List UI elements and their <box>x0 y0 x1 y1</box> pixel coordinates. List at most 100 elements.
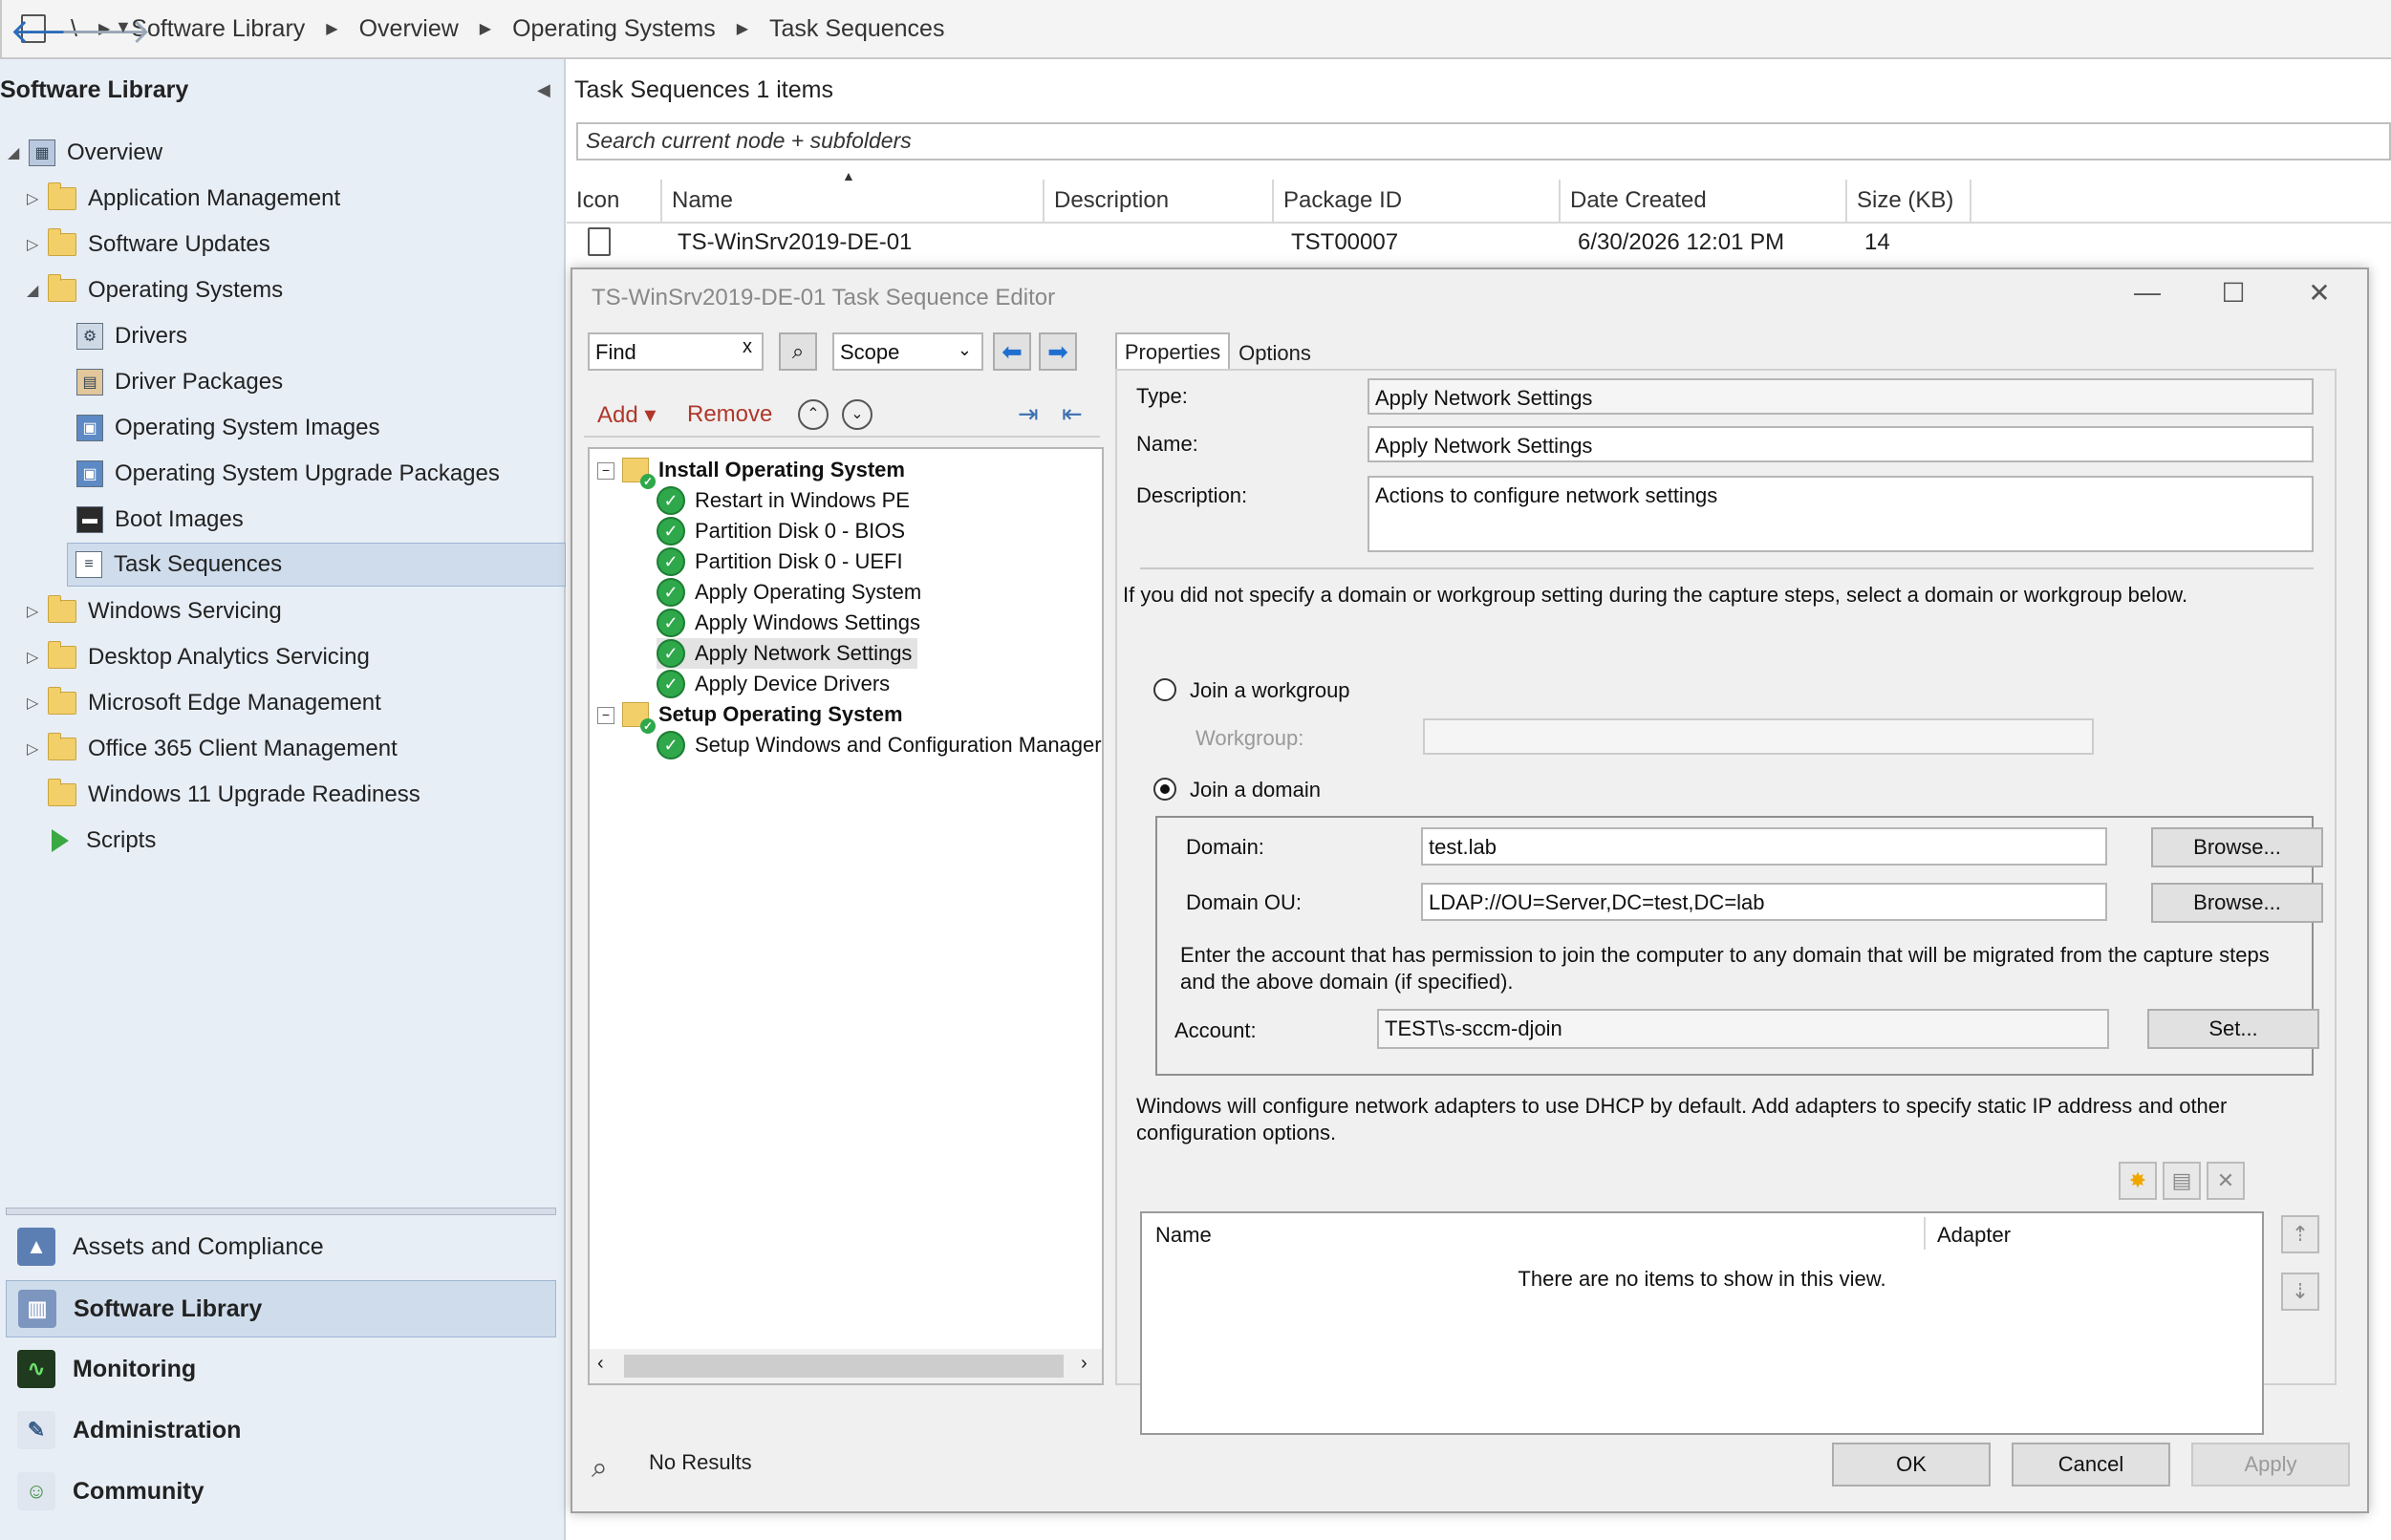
column-header-date-created[interactable]: Date Created <box>1561 180 1847 222</box>
workspace-monitoring[interactable]: ∿ Monitoring <box>6 1341 554 1397</box>
move-up-icon[interactable]: ⌃ <box>798 399 829 430</box>
step-item[interactable]: ✓ Apply Device Drivers <box>657 669 890 699</box>
chevron-right-icon[interactable]: ▶ <box>737 19 748 38</box>
column-header-size[interactable]: Size (KB) <box>1847 180 1971 222</box>
column-header-description[interactable]: Description <box>1045 180 1274 222</box>
workspace-splitter[interactable] <box>6 1208 556 1215</box>
join-workgroup-label[interactable]: Join a workgroup <box>1190 678 1350 703</box>
domain-ou-browse-button[interactable]: Browse... <box>2151 883 2323 923</box>
cancel-button[interactable]: Cancel <box>2012 1443 2170 1487</box>
expand-icon[interactable]: ▷ <box>27 235 48 254</box>
previous-arrow-icon[interactable]: ⬅ <box>993 332 1031 371</box>
expand-icon[interactable]: ▷ <box>27 648 48 667</box>
search-input[interactable]: Search current node + subfolders <box>576 122 2391 160</box>
folder-icon <box>48 687 76 715</box>
column-header-package-id[interactable]: Package ID <box>1274 180 1561 222</box>
breadcrumb-item[interactable]: Task Sequences <box>769 15 944 43</box>
expand-icon[interactable]: ▷ <box>27 602 48 621</box>
tab-options[interactable]: Options <box>1234 336 1316 371</box>
scroll-left-icon[interactable]: ‹ <box>597 1353 604 1375</box>
set-account-button[interactable]: Set... <box>2147 1009 2319 1049</box>
indent-icon[interactable]: ⇥ <box>1018 399 1039 429</box>
tree-item-win11-readiness[interactable]: Windows 11 Upgrade Readiness <box>27 774 420 816</box>
breadcrumb-item[interactable]: Operating Systems <box>512 15 716 43</box>
next-arrow-icon[interactable]: ➡ <box>1039 332 1077 371</box>
step-item[interactable]: ✓ Apply Windows Settings <box>657 608 920 638</box>
expand-icon[interactable]: ▷ <box>27 694 48 713</box>
breadcrumb-item[interactable]: Software Library <box>131 15 305 43</box>
join-workgroup-radio[interactable] <box>1153 678 1176 701</box>
step-item[interactable]: ✓ Restart in Windows PE <box>657 485 910 516</box>
tree-item-scripts[interactable]: Scripts <box>27 820 156 862</box>
clear-find-icon[interactable]: x <box>743 336 752 358</box>
collapse-icon[interactable]: − <box>597 707 614 724</box>
table-row[interactable]: TS-WinSrv2019-DE-01 TST00007 6/30/2026 1… <box>567 224 2391 262</box>
tab-properties[interactable]: Properties <box>1115 332 1230 371</box>
workspace-administration[interactable]: ✎ Administration <box>6 1402 554 1458</box>
tree-item-os-upgrade-packages[interactable]: ▣ Operating System Upgrade Packages <box>76 453 500 495</box>
outdent-icon[interactable]: ⇤ <box>1062 399 1083 429</box>
add-button[interactable]: Add ▾ <box>597 401 656 429</box>
expand-icon[interactable]: ▷ <box>27 189 48 208</box>
step-item-selected[interactable]: ✓ Apply Network Settings <box>657 638 918 669</box>
collapse-icon[interactable]: ◢ <box>27 281 48 300</box>
apply-button[interactable]: Apply <box>2191 1443 2350 1487</box>
forward-arrow-icon[interactable]: 🡒 <box>59 10 152 52</box>
scope-select[interactable]: Scope ⌄ <box>832 332 983 371</box>
move-down-icon[interactable]: ⌄ <box>842 399 872 430</box>
domain-browse-button[interactable]: Browse... <box>2151 827 2323 867</box>
workspace-software-library[interactable]: ▥ Software Library <box>6 1280 556 1337</box>
group-setup-os[interactable]: Setup Operating System <box>622 699 903 734</box>
tree-item-software-updates[interactable]: ▷ Software Updates <box>27 224 270 266</box>
breadcrumb-item[interactable]: Overview <box>359 15 459 43</box>
column-header-icon[interactable]: Icon <box>567 180 662 222</box>
history-dropdown-icon[interactable]: ▼ <box>115 17 132 37</box>
chevron-right-icon[interactable]: ▶ <box>326 19 337 38</box>
collapse-icon[interactable]: ◢ <box>8 143 29 162</box>
horizontal-scrollbar[interactable]: ‹ › <box>590 1349 1102 1383</box>
ok-button[interactable]: OK <box>1832 1443 1991 1487</box>
minimize-icon[interactable]: — <box>2119 277 2176 308</box>
close-icon[interactable]: ✕ <box>2291 277 2348 309</box>
tree-item-label: Scripts <box>86 827 157 853</box>
domain-field[interactable]: test.lab <box>1421 827 2107 866</box>
name-field[interactable]: Apply Network Settings <box>1368 426 2314 462</box>
find-input[interactable]: Find x <box>588 332 764 371</box>
scrollbar-thumb[interactable] <box>624 1355 1064 1378</box>
join-domain-radio[interactable] <box>1153 778 1176 801</box>
domain-ou-field[interactable]: LDAP://OU=Server,DC=test,DC=lab <box>1421 883 2107 921</box>
step-item[interactable]: ✓ Partition Disk 0 - BIOS <box>657 516 905 546</box>
new-adapter-icon[interactable]: ✸ <box>2119 1162 2157 1200</box>
workspace-community[interactable]: ☺ Community <box>6 1464 554 1519</box>
column-header-name[interactable]: Name <box>1155 1223 1212 1248</box>
tree-item-overview[interactable]: ◢ ▦ Overview <box>8 132 162 174</box>
group-install-os[interactable]: Install Operating System <box>622 455 905 489</box>
description-field[interactable]: Actions to configure network settings <box>1368 476 2314 552</box>
step-item[interactable]: ✓ Setup Windows and Configuration Manager <box>657 730 1102 760</box>
step-item[interactable]: ✓ Apply Operating System <box>657 577 921 608</box>
tree-item-drivers[interactable]: ⚙ Drivers <box>76 315 187 357</box>
scroll-right-icon[interactable]: › <box>1081 1353 1088 1375</box>
tree-item-operating-systems[interactable]: ◢ Operating Systems <box>27 269 283 311</box>
column-header-name[interactable]: Name <box>662 180 1045 222</box>
step-item[interactable]: ✓ Partition Disk 0 - UEFI <box>657 546 903 577</box>
tree-item-office365[interactable]: ▷ Office 365 Client Management <box>27 728 398 770</box>
column-header-adapter[interactable]: Adapter <box>1937 1223 2011 1248</box>
tree-item-windows-servicing[interactable]: ▷ Windows Servicing <box>27 590 282 632</box>
collapse-icon[interactable]: − <box>597 462 614 480</box>
expand-icon[interactable]: ▷ <box>27 739 48 759</box>
join-domain-label[interactable]: Join a domain <box>1190 778 1321 802</box>
chevron-right-icon[interactable]: ▶ <box>480 19 491 38</box>
maximize-icon[interactable]: ☐ <box>2205 277 2262 309</box>
tree-item-boot-images[interactable]: ▬ Boot Images <box>76 499 244 541</box>
tree-item-edge-management[interactable]: ▷ Microsoft Edge Management <box>27 682 381 724</box>
tree-item-os-images[interactable]: ▣ Operating System Images <box>76 407 379 449</box>
tree-item-task-sequences[interactable]: ≡ Task Sequences <box>67 543 566 587</box>
collapse-pane-icon[interactable]: ◀ <box>537 80 550 100</box>
tree-item-application-management[interactable]: ▷ Application Management <box>27 178 340 220</box>
tree-item-driver-packages[interactable]: ▤ Driver Packages <box>76 361 283 403</box>
tree-item-desktop-analytics[interactable]: ▷ Desktop Analytics Servicing <box>27 636 370 678</box>
workspace-assets-and-compliance[interactable]: ▲ Assets and Compliance <box>6 1219 554 1274</box>
remove-button[interactable]: Remove <box>687 401 772 428</box>
search-icon[interactable]: ⌕ <box>779 332 817 371</box>
